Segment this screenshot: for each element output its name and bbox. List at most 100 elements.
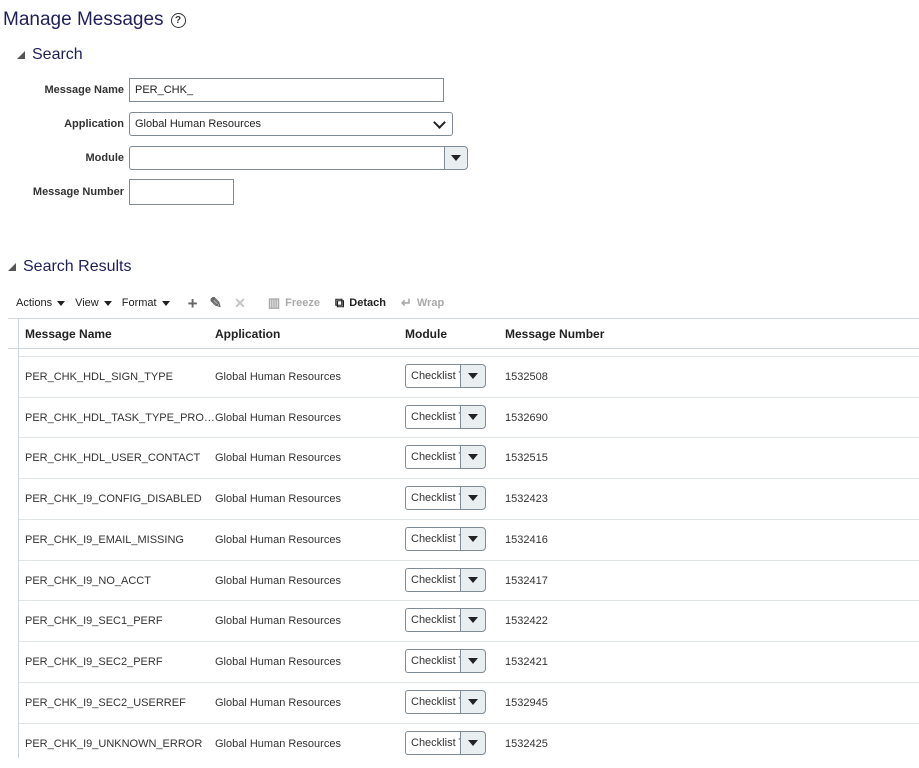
table-row[interactable]: PER_CHK_HDL_TASK_TYPE_PRO… Global Human … (19, 397, 919, 438)
results-table: Message Name Application Module Message … (8, 318, 919, 758)
application-cell: Global Human Resources (215, 656, 341, 668)
module-cell-select[interactable]: Checklist T (405, 405, 486, 429)
message-name-cell: PER_CHK_HDL_SIGN_TYPE (25, 371, 173, 383)
search-header-label: Search (32, 46, 83, 63)
module-cell-value: Checklist T (405, 568, 460, 592)
application-label: Application (64, 118, 124, 130)
collapse-triangle-icon[interactable] (17, 51, 25, 59)
module-combobox[interactable] (129, 146, 468, 170)
format-menu[interactable]: Format (122, 297, 170, 309)
detach-icon: ⧉ (334, 295, 345, 310)
module-cell-dropdown-button[interactable] (460, 690, 486, 714)
freeze-button[interactable]: ▥ Freeze (268, 295, 320, 311)
dropdown-arrow-icon (468, 740, 478, 746)
module-cell-value: Checklist T (405, 608, 460, 632)
add-icon[interactable]: + (188, 295, 198, 312)
dropdown-arrow-icon (468, 414, 478, 420)
table-row[interactable]: PER_CHK_I9_SEC2_USERREF Global Human Res… (19, 682, 919, 723)
application-cell: Global Human Resources (215, 534, 341, 546)
module-cell-select[interactable]: Checklist T (405, 690, 486, 714)
column-header-message-number[interactable]: Message Number (505, 327, 604, 341)
message-number-cell: 1532423 (505, 493, 548, 505)
module-cell-value: Checklist T (405, 731, 460, 755)
table-row[interactable]: PER_CHK_I9_NO_ACCT Global Human Resource… (19, 560, 919, 601)
dropdown-arrow-icon (468, 699, 478, 705)
delete-icon[interactable]: ✕ (234, 296, 246, 310)
search-section-header[interactable]: Search (17, 46, 83, 64)
wrap-icon: ↵ (400, 295, 412, 310)
dropdown-arrow-icon (468, 373, 478, 379)
module-row: Module (0, 146, 468, 170)
message-name-row: Message Name PER_CHK_ (0, 78, 444, 102)
message-name-label: Message Name (44, 84, 125, 96)
module-cell-dropdown-button[interactable] (460, 445, 486, 469)
message-name-input[interactable]: PER_CHK_ (129, 78, 444, 102)
dropdown-arrow-icon (468, 454, 478, 460)
column-header-application[interactable]: Application (215, 327, 280, 341)
module-label: Module (85, 152, 125, 164)
table-row[interactable]: PER_CHK_I9_SEC2_PERF Global Human Resour… (19, 641, 919, 682)
actions-menu[interactable]: Actions (16, 297, 66, 309)
message-name-value: PER_CHK_ (135, 84, 194, 96)
module-cell-select[interactable]: Checklist T (405, 445, 486, 469)
table-row[interactable]: PER_CHK_I9_EMAIL_MISSING Global Human Re… (19, 519, 919, 560)
message-number-input[interactable] (129, 179, 234, 205)
module-cell-value: Checklist T (405, 690, 460, 714)
application-select[interactable]: Global Human Resources (129, 112, 453, 136)
module-cell-dropdown-button[interactable] (460, 405, 486, 429)
application-cell: Global Human Resources (215, 412, 341, 424)
search-results-header[interactable]: Search Results (8, 258, 132, 276)
application-row: Application Global Human Resources (0, 112, 453, 136)
message-number-cell: 1532508 (505, 371, 548, 383)
wrap-button[interactable]: ↵ Wrap (401, 295, 444, 311)
module-cell-value: Checklist T (405, 405, 460, 429)
module-cell-select[interactable]: Checklist T (405, 486, 486, 510)
table-row[interactable]: PER_CHK_HDL_SIGN_TYPE Global Human Resou… (19, 356, 919, 397)
message-name-cell: PER_CHK_I9_CONFIG_DISABLED (25, 493, 202, 505)
message-name-cell: PER_CHK_I9_SEC2_USERREF (25, 697, 186, 709)
dropdown-arrow-icon (468, 658, 478, 664)
module-cell-dropdown-button[interactable] (460, 527, 486, 551)
module-dropdown-button[interactable] (444, 146, 468, 170)
table-row[interactable]: PER_CHK_I9_CONFIG_DISABLED Global Human … (19, 478, 919, 519)
module-cell-dropdown-button[interactable] (460, 568, 486, 592)
table-row[interactable]: PER_CHK_I9_SEC1_PERF Global Human Resour… (19, 600, 919, 641)
module-cell-dropdown-button[interactable] (460, 608, 486, 632)
application-cell: Global Human Resources (215, 615, 341, 627)
table-row[interactable]: PER_CHK_HDL_USER_CONTACT Global Human Re… (19, 437, 919, 478)
message-number-cell: 1532425 (505, 738, 548, 750)
module-cell-dropdown-button[interactable] (460, 649, 486, 673)
module-cell-select[interactable]: Checklist T (405, 527, 486, 551)
page-title-text: Manage Messages (3, 9, 164, 30)
message-number-label: Message Number (32, 186, 124, 198)
dropdown-arrow-icon (468, 577, 478, 583)
module-cell-select[interactable]: Checklist T (405, 649, 486, 673)
results-toolbar: Actions View Format + ✎ ✕ ▥ Freeze ⧉ Det… (16, 293, 459, 313)
column-header-message-name[interactable]: Message Name (25, 327, 112, 341)
search-results-label: Search Results (23, 258, 132, 275)
dropdown-arrow-icon (103, 300, 112, 306)
module-cell-select[interactable]: Checklist T (405, 364, 486, 388)
module-cell-select[interactable]: Checklist T (405, 568, 486, 592)
view-menu[interactable]: View (75, 297, 112, 309)
help-icon[interactable]: ? (170, 12, 186, 28)
edit-icon[interactable]: ✎ (210, 296, 223, 311)
table-row[interactable]: PER_CHK_I9_UNKNOWN_ERROR Global Human Re… (19, 723, 919, 758)
dropdown-arrow-icon (468, 617, 478, 623)
detach-button[interactable]: ⧉ Detach (335, 295, 386, 311)
module-cell-select[interactable]: Checklist T (405, 731, 486, 755)
module-cell-select[interactable]: Checklist T (405, 608, 486, 632)
collapse-triangle-icon[interactable] (8, 263, 16, 271)
chevron-down-icon (433, 115, 446, 129)
application-cell: Global Human Resources (215, 452, 341, 464)
message-name-cell: PER_CHK_I9_EMAIL_MISSING (25, 534, 184, 546)
module-cell-dropdown-button[interactable] (460, 486, 486, 510)
module-input[interactable] (129, 146, 444, 170)
message-name-cell: PER_CHK_HDL_USER_CONTACT (25, 452, 201, 464)
module-cell-dropdown-button[interactable] (460, 364, 486, 388)
column-header-module[interactable]: Module (405, 327, 447, 341)
module-cell-dropdown-button[interactable] (460, 731, 486, 755)
application-cell: Global Human Resources (215, 371, 341, 383)
message-name-cell: PER_CHK_I9_UNKNOWN_ERROR (25, 738, 203, 750)
application-value: Global Human Resources (135, 118, 261, 130)
